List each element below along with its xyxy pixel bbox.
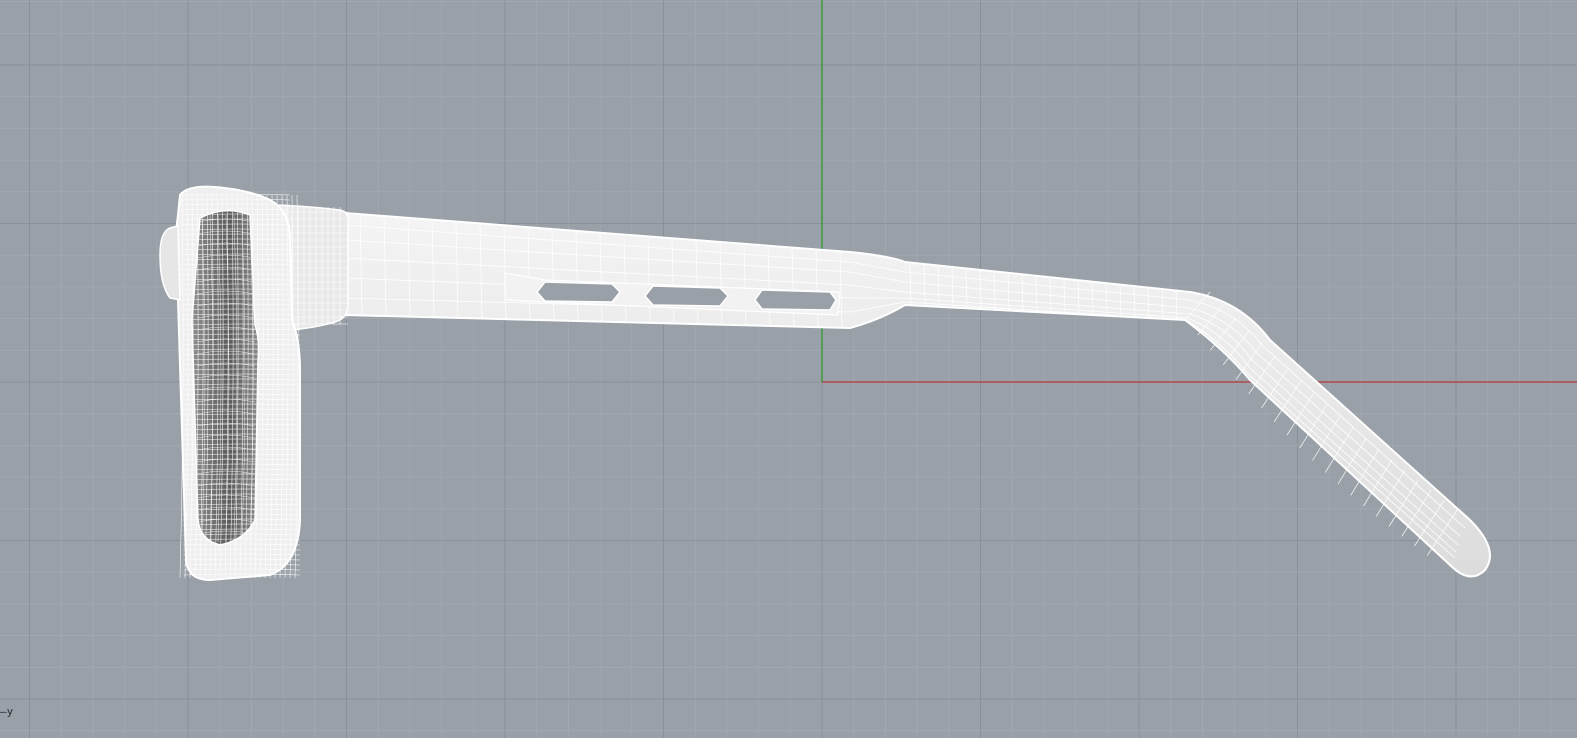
rhino-right-viewport[interactable]: —y [0, 0, 1577, 738]
axis-indicator-y: —y [0, 705, 14, 718]
front-frame[interactable] [159, 185, 301, 582]
sunglasses-wireframe-model[interactable] [0, 0, 1577, 738]
temple-arm[interactable] [344, 211, 1491, 578]
